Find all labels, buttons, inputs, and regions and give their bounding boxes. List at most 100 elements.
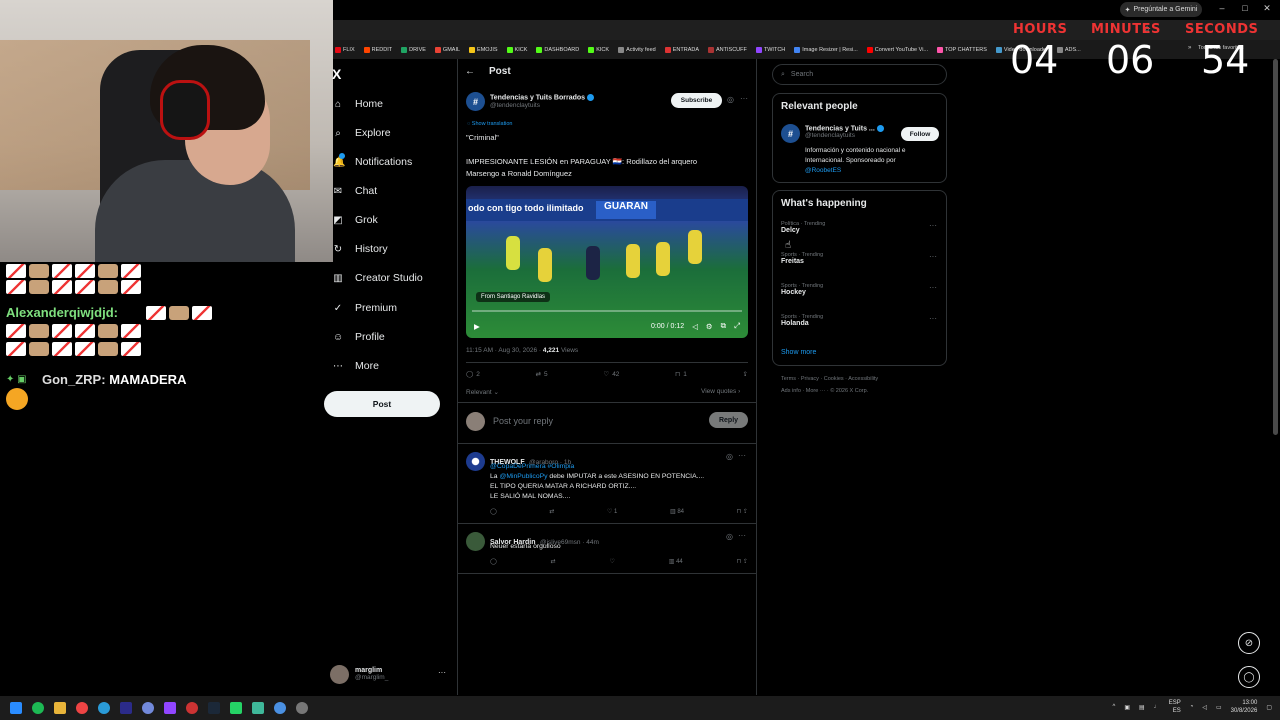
comment-mention-link[interactable]: @MinPublicoPy [499,473,547,480]
windows-start-icon[interactable] [10,702,22,714]
post-author[interactable]: # Tendencias y Tuits Borrados @tendencla… [466,92,595,111]
volume-icon[interactable]: ◁ [1202,704,1207,711]
chrome-icon[interactable] [76,702,88,714]
sidebar-item-chat[interactable]: ✉ Chat [333,181,377,201]
sidebar-item-premium[interactable]: ✓ Premium [333,298,397,318]
like-action[interactable]: ♡ 1 [607,508,617,515]
x-logo[interactable]: X [332,66,341,82]
reply-button[interactable]: Reply [709,412,748,428]
view-quotes-link[interactable]: View quotes › [701,388,740,395]
chrome-alt-icon[interactable] [186,702,198,714]
battery-icon[interactable]: ▭ [1216,704,1222,711]
bookmark-item[interactable]: Activity feed [618,46,656,53]
trend-item[interactable]: Sports · Trending Holanda ··· [781,314,941,327]
bookmark-item[interactable]: TOP CHATTERS [937,46,987,53]
trend-item[interactable]: Sports · Trending Hockey ··· [781,283,941,296]
tray-network-icon[interactable]: ▤ [1139,704,1145,711]
trend-more-icon[interactable]: ··· [929,283,937,292]
repost-icon[interactable]: ⇄ [551,558,556,565]
grok-icon[interactable]: ◎ [726,532,733,541]
messages-float-icon[interactable]: ◯ [1238,666,1260,688]
bookmark-share[interactable]: ⊓ ⇪ [737,558,748,565]
bookmarks-overflow-icon[interactable]: » [1188,45,1191,51]
footer-links[interactable]: Ads info · More ··· · © 2026 X Corp. [781,388,868,394]
bookmark-share[interactable]: ⊓ ⇪ [737,508,748,515]
bookmark-item[interactable]: Image Resizer | Resi... [794,46,858,53]
share-action[interactable]: ⇪ [743,370,748,378]
account-switcher[interactable]: marglim @marglim_ [330,663,450,685]
grok-icon[interactable]: ◎ [727,95,734,104]
avatar[interactable] [466,452,485,471]
sidebar-item-more[interactable]: ⋯ More [333,356,379,376]
repost-icon[interactable]: ⇄ [549,508,554,515]
video-progress-bar[interactable] [472,310,742,312]
pip-icon[interactable]: ⧉ [721,321,726,331]
bookmark-item[interactable]: FLIX [335,46,355,53]
author-avatar[interactable]: # [466,92,485,111]
subscribe-button[interactable]: Subscribe [671,93,722,108]
back-arrow-icon[interactable]: ← [465,66,475,77]
sidebar-item-explore[interactable]: ⌕ Explore [333,123,390,143]
maximize-icon[interactable]: □ [1235,3,1255,13]
bookmark-action[interactable]: ⊓ 1 [675,370,687,379]
views-action[interactable]: ▥ 44 [669,558,683,565]
browser-icon[interactable] [274,702,286,714]
play-icon[interactable]: ▶ [474,322,480,331]
bookmark-item[interactable]: DASHBOARD [536,46,579,53]
repost-action[interactable]: ⇄ 5 [536,370,548,379]
trend-item[interactable]: Política · Trending Delcy ··· [781,221,941,234]
bookmark-item[interactable]: ADS... [1056,46,1081,53]
comment-mention-link[interactable]: @CopaDePrimera #Olimpia [490,462,748,472]
settings-icon[interactable]: ⚙ [706,322,713,331]
like-action[interactable]: ♡ 42 [603,370,619,379]
more-icon[interactable]: ··· [738,531,746,540]
reply-composer[interactable]: Post your reply [466,410,748,432]
mute-icon[interactable]: ◁ [692,322,698,331]
discord-icon[interactable] [142,702,154,714]
trend-more-icon[interactable]: ··· [929,221,937,230]
heart-icon[interactable]: ♡ [609,558,614,565]
more-icon[interactable]: ··· [738,451,746,460]
reply-action[interactable]: ◯ 2 [466,370,480,379]
page-scrollbar[interactable] [1273,59,1278,435]
relevant-person[interactable]: Tendencias y Tuits ... @tendenclaytuits [805,125,884,139]
avatar[interactable] [466,532,485,551]
video-source-label[interactable]: From Santiago Ravidlas [476,292,551,302]
bookmark-item[interactable]: TWITCH [755,46,785,53]
bookmark-item[interactable]: REDDIT [363,46,392,53]
sort-replies-dropdown[interactable]: Relevant ⌄ [466,388,499,396]
trend-more-icon[interactable]: ··· [929,252,937,261]
post-button[interactable]: Post [324,391,440,417]
reply-icon[interactable]: ◯ [490,558,497,565]
footer-links[interactable]: Terms · Privacy · Cookies · Accessibilit… [781,376,878,382]
sidebar-item-home[interactable]: ⌂ Home [333,94,383,114]
bookmark-item[interactable]: KICK [506,46,527,53]
show-translation-link[interactable]: ◌ Show translation [467,121,512,127]
bio-mention-link[interactable]: @RoobetES [805,166,905,176]
tray-mic-icon[interactable]: ♩ [1154,704,1160,710]
app-icon[interactable] [296,702,308,714]
wifi-icon[interactable]: ◔ [1190,704,1194,710]
file-explorer-icon[interactable] [54,702,66,714]
sidebar-item-profile[interactable]: ☺ Profile [333,327,385,347]
spotify-icon[interactable] [32,702,44,714]
close-icon[interactable]: ✕ [1257,3,1277,14]
whatsapp-icon[interactable] [230,702,242,714]
video-player[interactable]: odo con tigo todo ilimitado GUARAN From … [466,186,748,338]
bookmark-item[interactable]: EMOJIS [469,46,498,53]
twitch-icon[interactable] [164,702,176,714]
premiere-icon[interactable] [120,702,132,714]
account-more-icon[interactable]: ··· [438,668,446,677]
avatar[interactable]: # [781,124,800,143]
bookmark-item[interactable]: GMAIL [434,46,460,53]
bookmark-item[interactable]: KICK [588,46,609,53]
clock[interactable]: 13:00 30/8/2026 [1231,699,1258,715]
grok-float-icon[interactable]: ⊘ [1238,632,1260,654]
follow-button[interactable]: Follow [901,127,939,141]
sidebar-item-grok[interactable]: ◩ Grok [333,210,378,230]
views-action[interactable]: ▥ 84 [670,508,684,515]
minimize-icon[interactable]: – [1212,3,1232,13]
bookmark-item[interactable]: ENTRADA [664,46,699,53]
trend-more-icon[interactable]: ··· [929,314,937,323]
show-more-link[interactable]: Show more [781,349,816,356]
